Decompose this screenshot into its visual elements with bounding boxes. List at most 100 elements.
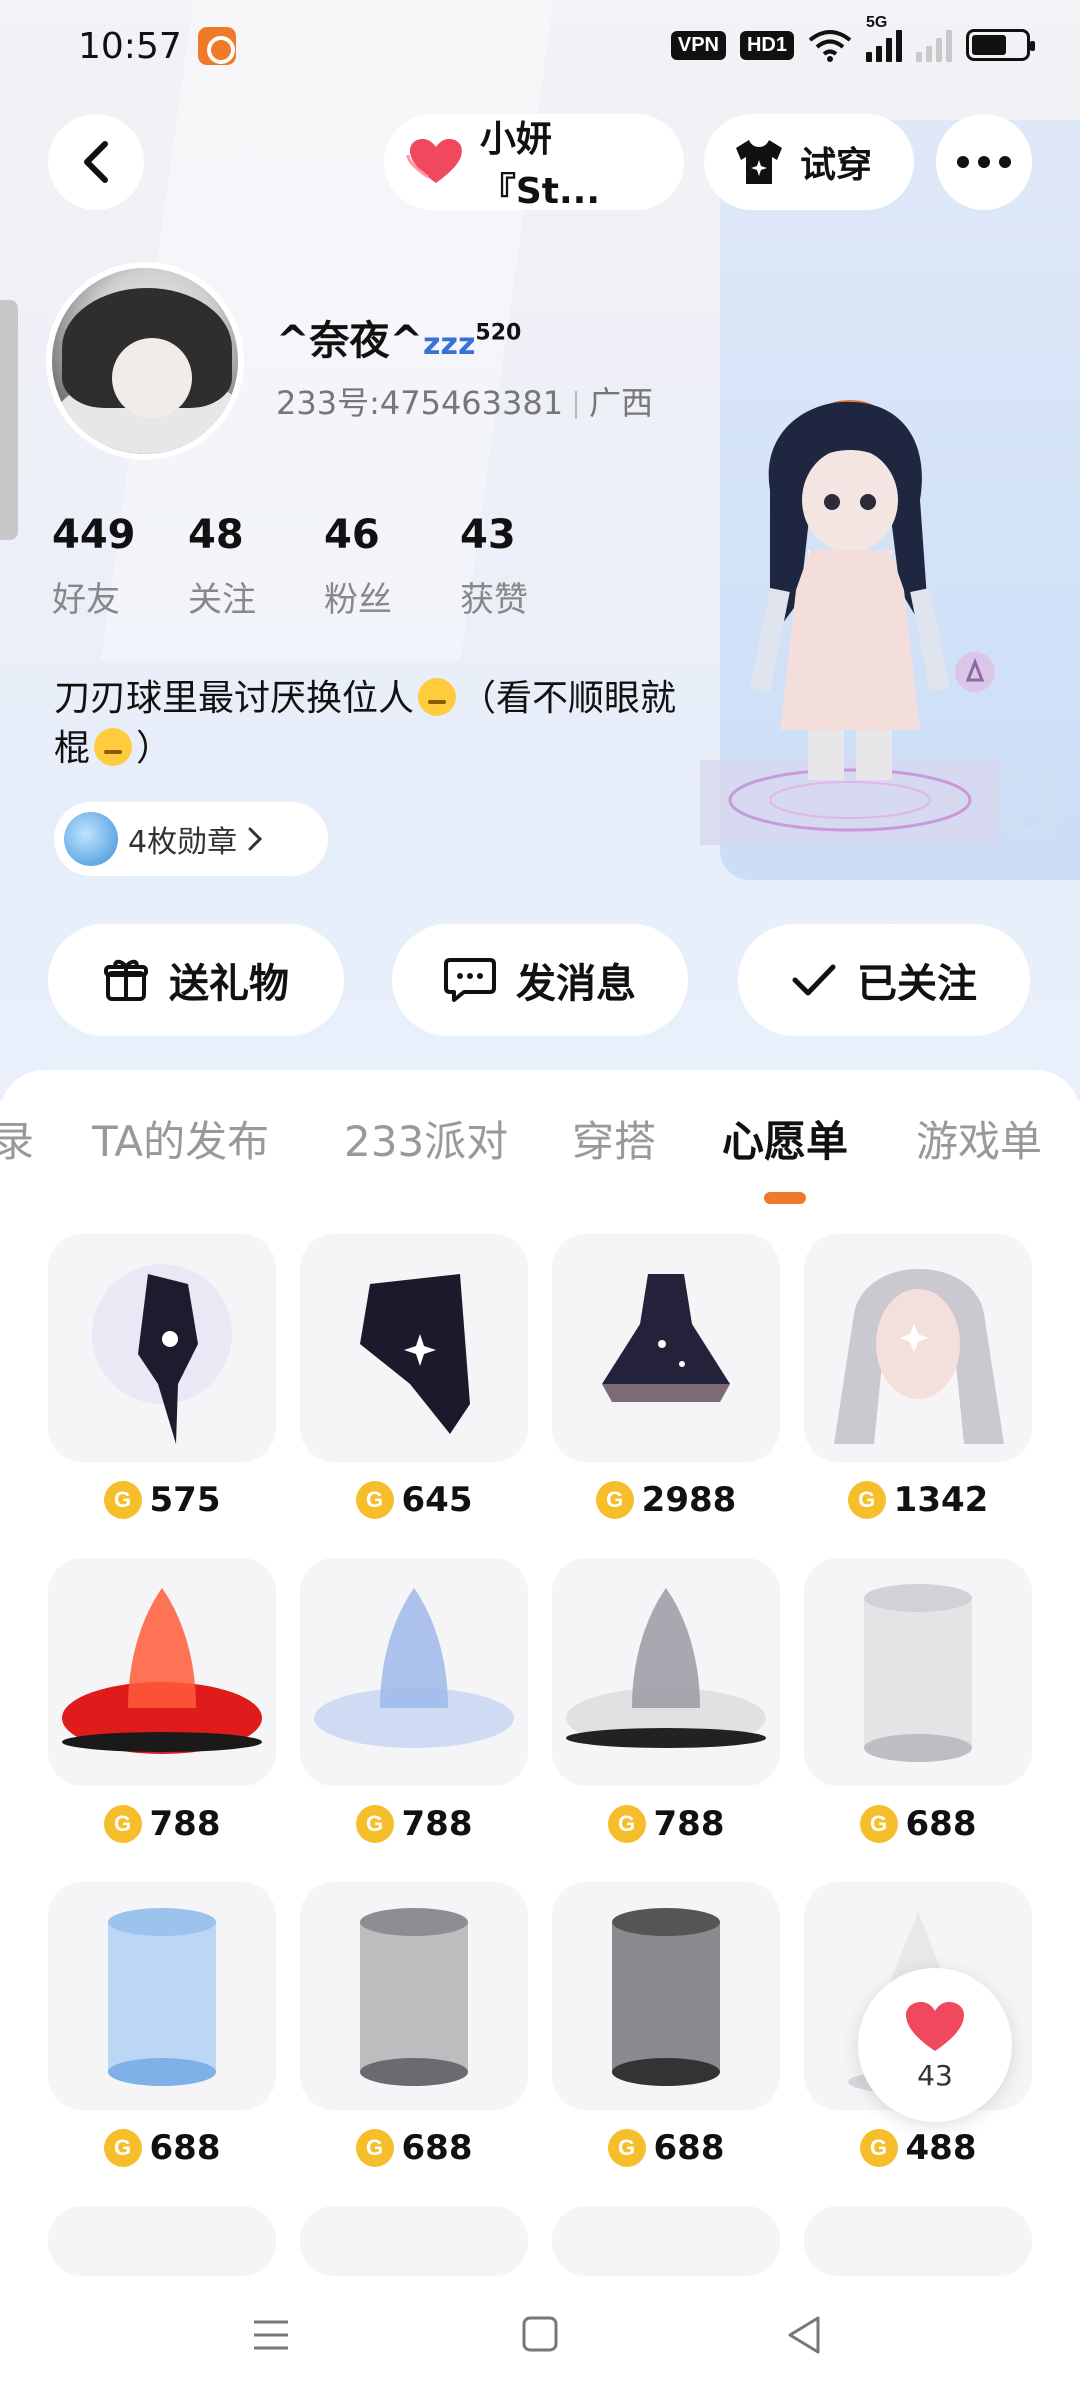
medal-icon xyxy=(64,812,118,866)
coin-icon xyxy=(103,1805,142,1843)
wishlist-item[interactable]: 2988 xyxy=(552,1234,780,1520)
stat-label: 获赞 xyxy=(460,580,528,620)
tab-game-list[interactable]: 游戏单 xyxy=(916,1108,1042,1169)
item-price: 2988 xyxy=(641,1480,737,1520)
avatar[interactable] xyxy=(46,262,244,460)
blue-ice-effect-icon xyxy=(300,1558,528,1786)
tab-party[interactable]: 233派对 xyxy=(344,1108,508,1169)
now-playing-label: 小妍 『St... xyxy=(479,119,601,212)
wishlist-item[interactable]: 688 xyxy=(552,1882,780,2168)
user-id: 233号:475463381 xyxy=(276,384,564,422)
white-pillar-effect-icon xyxy=(804,1558,1032,1786)
now-playing-chip[interactable]: 小妍 『St... xyxy=(384,114,684,212)
wishlist-item[interactable]: 645 xyxy=(300,1234,528,1520)
try-on-button[interactable]: 试穿 xyxy=(704,114,914,210)
bio-text-1: 刀刃球里最讨厌换位人 xyxy=(54,678,415,719)
send-message-label: 发消息 xyxy=(516,961,636,1007)
item-price: 688 xyxy=(149,2128,221,2168)
coin-icon xyxy=(859,1805,898,1843)
item-price: 688 xyxy=(905,1804,977,1844)
stat-following[interactable]: 48 关注 xyxy=(188,512,324,621)
wishlist-item[interactable]: 688 xyxy=(300,1882,528,2168)
stat-friends[interactable]: 449 好友 xyxy=(52,512,188,621)
coin-icon xyxy=(355,2129,394,2167)
partial-item-thumb xyxy=(48,2206,276,2276)
wishlist-item[interactable]: 688 xyxy=(804,1558,1032,1844)
status-time: 10:57 xyxy=(78,26,182,67)
item-price: 645 xyxy=(401,1480,473,1520)
nickname-suffix: 520 xyxy=(475,320,522,346)
silver-pillar-effect-icon xyxy=(300,1882,528,2110)
coin-icon xyxy=(607,1805,646,1843)
stat-label: 关注 xyxy=(188,580,256,620)
tab-outfits[interactable]: 穿搭 xyxy=(572,1108,656,1169)
chevron-right-icon xyxy=(248,827,263,851)
coin-icon xyxy=(859,2129,898,2167)
tab-wishlist[interactable]: 心愿单 xyxy=(722,1108,848,1169)
stat-likes[interactable]: 43 获赞 xyxy=(460,512,596,621)
battery-icon xyxy=(966,29,1035,61)
profile-tabs: 录 TA的发布 233派对 穿搭 心愿单 游戏单 xyxy=(0,1108,1080,1188)
coin-icon xyxy=(847,1481,886,1519)
wishlist-item[interactable] xyxy=(804,2206,1032,2276)
side-drawer-handle[interactable] xyxy=(0,300,18,540)
vpn-badge: VPN xyxy=(670,30,726,60)
tab-posts[interactable]: TA的发布 xyxy=(92,1108,269,1169)
heart-icon xyxy=(906,2001,964,2051)
wishlist-item[interactable]: 788 xyxy=(552,1558,780,1844)
active-tab-indicator xyxy=(764,1192,806,1204)
send-message-button[interactable]: 发消息 xyxy=(392,924,688,1036)
followed-label: 已关注 xyxy=(857,961,977,1007)
signal-strength-icon xyxy=(866,28,902,62)
wishlist-item[interactable]: 788 xyxy=(300,1558,528,1844)
item-price: 788 xyxy=(401,1804,473,1844)
user-bio: 刀刃球里最讨厌换位人 （看不顺眼就棍） xyxy=(54,674,694,774)
chevron-left-icon xyxy=(84,141,108,183)
tab-records[interactable]: 录 xyxy=(0,1108,34,1169)
partial-item-thumb xyxy=(804,2206,1032,2276)
coin-icon xyxy=(355,1805,394,1843)
stat-fans[interactable]: 46 粉丝 xyxy=(324,512,460,621)
stat-value: 43 xyxy=(460,512,516,558)
more-options-button[interactable] xyxy=(936,114,1032,210)
wishlist-item[interactable]: 788 xyxy=(48,1558,276,1844)
back-triangle-icon[interactable] xyxy=(784,2314,824,2356)
network-type-label: 5G xyxy=(866,14,888,31)
user-id-region: 233号:475463381 广西 xyxy=(276,378,653,424)
home-icon[interactable] xyxy=(520,2314,560,2354)
status-bar: 10:57 VPN HD1 5G xyxy=(0,0,1080,96)
stat-label: 粉丝 xyxy=(324,580,392,620)
item-price: 688 xyxy=(653,2128,725,2168)
back-button[interactable] xyxy=(48,114,144,210)
avatar-3d-character[interactable] xyxy=(700,390,1030,850)
try-on-label: 试穿 xyxy=(800,145,873,186)
wishlist-item[interactable] xyxy=(552,2206,780,2276)
wishlist-item[interactable] xyxy=(300,2206,528,2276)
user-nickname: ^奈夜^zzz520 xyxy=(276,308,521,366)
wishlist-item[interactable]: 688 xyxy=(48,1882,276,2168)
grey-swirl-effect-icon xyxy=(552,1558,780,1786)
like-button[interactable]: 43 xyxy=(858,1968,1012,2122)
item-price: 688 xyxy=(401,2128,473,2168)
wishlist-item[interactable]: 575 xyxy=(48,1234,276,1520)
stat-label: 好友 xyxy=(52,580,120,620)
starry-dress-icon xyxy=(552,1234,780,1462)
item-price: 575 xyxy=(149,1480,221,1520)
menu-icon[interactable] xyxy=(250,2314,292,2356)
send-gift-button[interactable]: 送礼物 xyxy=(48,924,344,1036)
profile-stats: 449 好友 48 关注 46 粉丝 43 获赞 xyxy=(52,512,596,621)
heart-icon xyxy=(406,139,462,183)
coin-icon xyxy=(103,2129,142,2167)
wifi-icon xyxy=(808,30,852,62)
partial-item-thumb xyxy=(300,2206,528,2276)
medals-button[interactable]: 4枚勋章 xyxy=(54,802,328,876)
medals-label: 4枚勋章 xyxy=(128,825,238,860)
coin-icon xyxy=(607,2129,646,2167)
nickname-text: ^奈夜^ xyxy=(276,318,424,364)
wishlist-item[interactable] xyxy=(48,2206,276,2276)
followed-button[interactable]: 已关注 xyxy=(738,924,1030,1036)
user-region: 广西 xyxy=(589,384,654,422)
hd-badge: HD1 xyxy=(739,30,794,60)
wishlist-item[interactable]: 1342 xyxy=(804,1234,1032,1520)
dark-glove-icon xyxy=(48,1234,276,1462)
